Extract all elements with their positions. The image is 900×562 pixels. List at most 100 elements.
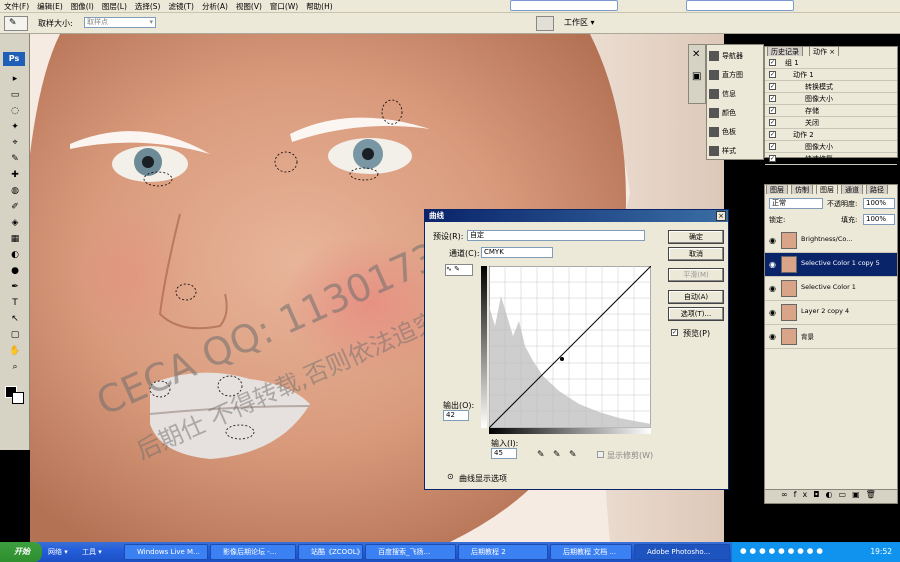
taskbar-button[interactable]: Adobe Photosho...	[634, 544, 730, 560]
quick-launch-item[interactable]: 工具 ▾	[82, 547, 102, 557]
tab-layers-2[interactable]: 图层	[816, 184, 838, 194]
white-eyedropper-icon[interactable]: ✎	[569, 450, 577, 460]
tool-icon[interactable]: ▭	[8, 88, 22, 102]
tool-icon[interactable]: ↖	[8, 312, 22, 326]
workspace-button[interactable]: 工作区 ▾	[564, 17, 595, 28]
nav-panel-item[interactable]: 颜色	[709, 106, 736, 120]
tool-icon[interactable]: ◍	[8, 184, 22, 198]
taskbar-button[interactable]: Windows Live M...	[124, 544, 208, 560]
tool-icon[interactable]: ✒	[8, 280, 22, 294]
layer-row[interactable]: ◉ 背景	[765, 325, 897, 349]
cancel-button[interactable]: 取消	[668, 247, 724, 261]
input-field[interactable]: 45	[491, 448, 517, 459]
tool-icon[interactable]: ✐	[8, 200, 22, 214]
menu-item[interactable]: 滤镜(T)	[165, 1, 198, 12]
taskbar-button[interactable]: 后期教程 2	[458, 544, 548, 560]
title-bar-button[interactable]	[510, 0, 618, 11]
menu-item[interactable]: 文件(F)	[0, 1, 33, 12]
layer-row[interactable]: ◉ Layer 2 copy 4	[765, 301, 897, 325]
layer-row[interactable]: ◉ Selective Color 1	[765, 277, 897, 301]
taskbar-button[interactable]: 影像后期论坛 -...	[210, 544, 296, 560]
tool-icon[interactable]: ✚	[8, 168, 22, 182]
preview-checkbox[interactable]: ✓	[671, 329, 678, 336]
menu-item[interactable]: 分析(A)	[198, 1, 232, 12]
eye-icon[interactable]: ◉	[769, 236, 776, 245]
tool-icon[interactable]: ◌	[8, 104, 22, 118]
action-row[interactable]: ✓ 图像大小	[765, 93, 897, 105]
curves-graph[interactable]	[489, 266, 651, 428]
menu-item[interactable]: 视图(V)	[232, 1, 266, 12]
channel-select[interactable]: CMYK	[481, 247, 553, 258]
ok-button[interactable]: 确定	[668, 230, 724, 244]
nav-panel-item[interactable]: 直方图	[709, 68, 743, 82]
tab-layers-1[interactable]: 仿制	[791, 184, 813, 194]
fill-input[interactable]: 100%	[863, 214, 895, 225]
tray-icons[interactable]: ●●●●●●●●●	[740, 546, 826, 555]
taskbar-button[interactable]: 后期教程 文档 ...	[550, 544, 632, 560]
layers-footer-icons[interactable]: ∞fx◘◐▭▣🗑	[765, 489, 897, 503]
sample-size-select[interactable]: 取样点 ▾	[84, 17, 156, 28]
check-icon[interactable]: ✓	[769, 71, 776, 78]
auto-button[interactable]: 自动(A)	[668, 290, 724, 304]
curve-display-options-label[interactable]: 曲线显示选项	[459, 473, 507, 484]
tab-layers-3[interactable]: 通道	[841, 184, 863, 194]
check-icon[interactable]: ✓	[769, 131, 776, 138]
action-row[interactable]: ✓ 动作 1	[765, 69, 897, 81]
tab-actions[interactable]: 动作 ×	[809, 46, 840, 56]
action-row[interactable]: ✓ 关闭	[765, 117, 897, 129]
tool-icon[interactable]: ◐	[8, 248, 22, 262]
tool-icon[interactable]: ⌕	[8, 360, 22, 374]
eye-icon[interactable]: ◉	[769, 284, 776, 293]
brush-icon[interactable]: ✕	[692, 49, 700, 60]
action-row[interactable]: ✓ 图像大小	[765, 141, 897, 153]
tool-preset-picker[interactable]: ✎	[4, 16, 28, 31]
preset-select[interactable]: 自定	[467, 230, 645, 241]
clone-icon[interactable]: ▣	[692, 71, 701, 82]
check-icon[interactable]: ✓	[769, 143, 776, 150]
curve-tools[interactable]: ∿ ✎	[445, 264, 473, 276]
tab-history[interactable]: 历史记录	[767, 46, 803, 56]
opacity-input[interactable]: 100%	[863, 198, 895, 209]
nav-panel-item[interactable]: 导航器	[709, 49, 743, 63]
check-icon[interactable]: ✓	[769, 95, 776, 102]
layer-row[interactable]: ◉ Selective Color 1 copy 5	[765, 253, 897, 277]
tool-icon[interactable]: ▢	[8, 328, 22, 342]
nav-panel-item[interactable]: 色板	[709, 125, 736, 139]
show-clipping-checkbox[interactable]	[597, 451, 604, 458]
options-button[interactable]: 选项(T)...	[668, 307, 724, 321]
taskbar-button[interactable]: 百度搜索_飞扬...	[365, 544, 456, 560]
menu-item[interactable]: 窗口(W)	[266, 1, 302, 12]
menu-item[interactable]: 图层(L)	[98, 1, 131, 12]
eye-icon[interactable]: ◉	[769, 308, 776, 317]
title-bar-button[interactable]	[686, 0, 794, 11]
tool-icon[interactable]: ✎	[8, 152, 22, 166]
quick-launch-item[interactable]: 网络 ▾	[48, 547, 68, 557]
black-eyedropper-icon[interactable]: ✎	[537, 450, 545, 460]
action-row[interactable]: ✓ 快速修复	[765, 153, 897, 165]
blend-mode-select[interactable]: 正常	[769, 198, 823, 209]
bridge-icon[interactable]	[536, 16, 554, 31]
tool-icon[interactable]: ✦	[8, 120, 22, 134]
tool-icon[interactable]: ▸	[8, 72, 22, 86]
check-icon[interactable]: ✓	[769, 119, 776, 126]
expand-icon[interactable]: ⊙	[447, 472, 454, 481]
check-icon[interactable]: ✓	[769, 83, 776, 90]
start-button[interactable]: 开始	[0, 542, 42, 562]
action-row[interactable]: ✓ 存储	[765, 105, 897, 117]
layer-row[interactable]: ◉ Brightness/Co...	[765, 229, 897, 253]
check-icon[interactable]: ✓	[769, 155, 776, 162]
eye-icon[interactable]: ◉	[769, 332, 776, 341]
smooth-button[interactable]: 平滑(M)	[668, 268, 724, 282]
tool-icon[interactable]: ⌖	[8, 136, 22, 150]
eye-icon[interactable]: ◉	[769, 260, 776, 269]
tool-icon[interactable]: ▦	[8, 232, 22, 246]
menu-item[interactable]: 选择(S)	[131, 1, 165, 12]
tool-icon[interactable]: ●	[8, 264, 22, 278]
menu-item[interactable]: 编辑(E)	[33, 1, 67, 12]
tool-icon[interactable]: ✋	[8, 344, 22, 358]
tab-layers-0[interactable]: 图层	[766, 184, 788, 194]
check-icon[interactable]: ✓	[769, 59, 776, 66]
tool-icon[interactable]: T	[8, 296, 22, 310]
gray-eyedropper-icon[interactable]: ✎	[553, 450, 561, 460]
action-row[interactable]: ✓ 组 1	[765, 57, 897, 69]
